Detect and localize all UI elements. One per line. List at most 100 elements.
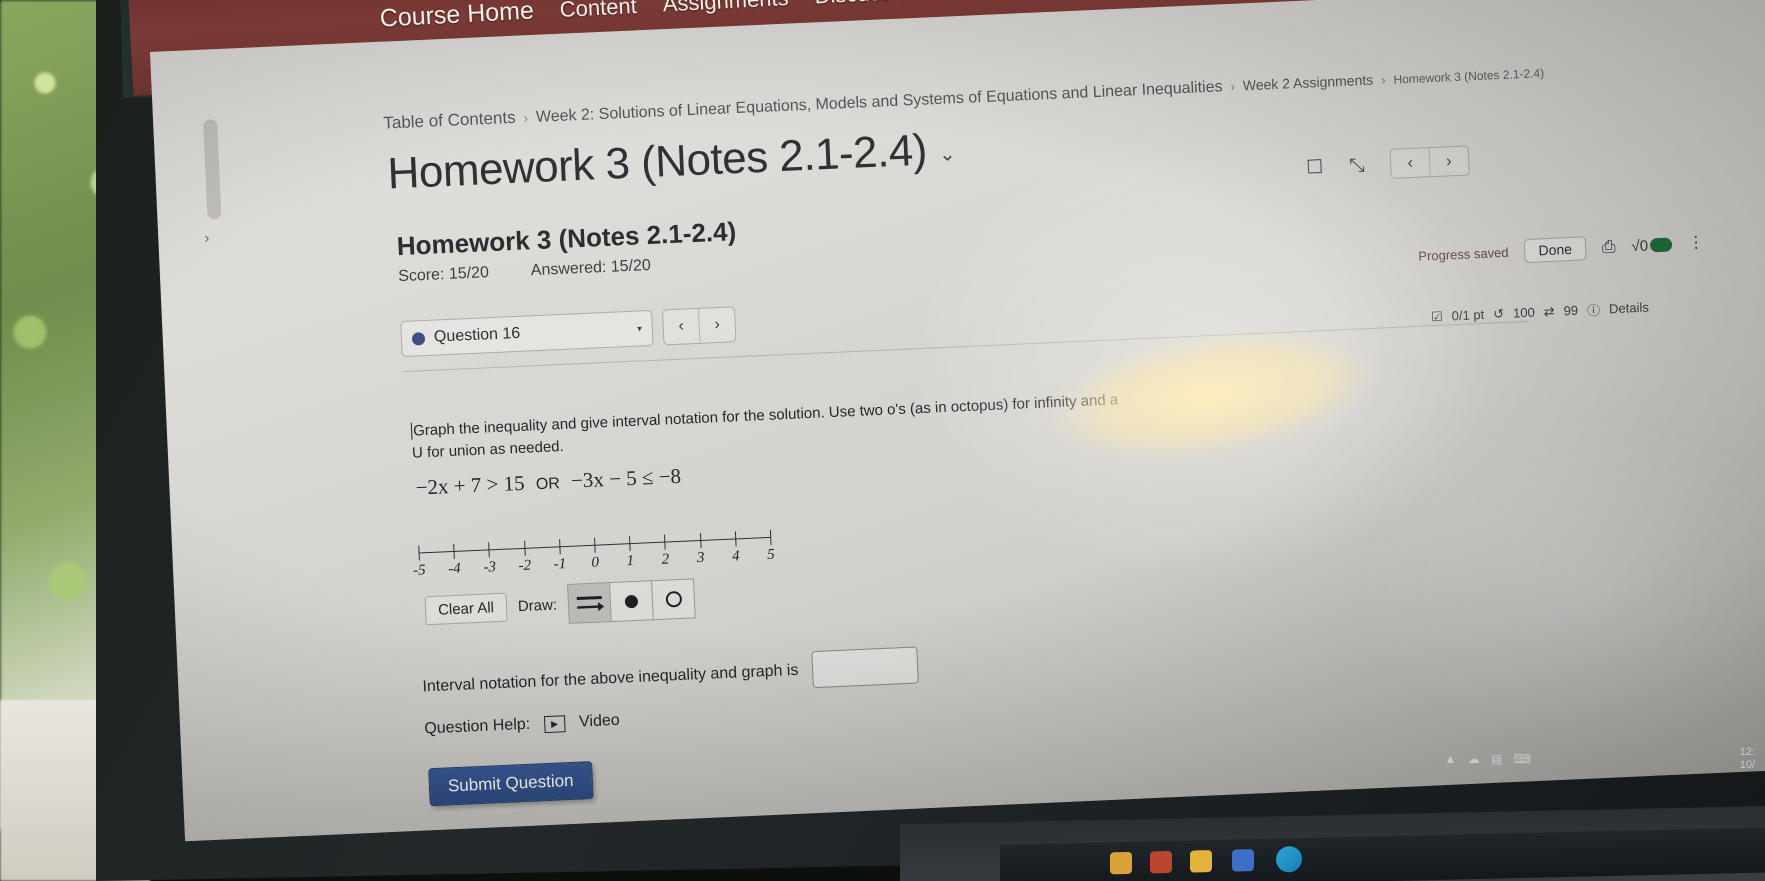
taskbar-app-icon[interactable] <box>1150 850 1172 874</box>
next-topic-button[interactable]: › <box>1428 146 1469 177</box>
photo-of-laptop-screen: 19/ViewContent/16081786/View ✕ Desmos | … <box>0 0 1765 881</box>
nav-content[interactable]: Content <box>559 0 637 23</box>
taskbar-edge-icon[interactable] <box>1276 845 1302 873</box>
next-question-button[interactable]: › <box>697 307 736 343</box>
interval-notation-row: Interval notation for the above inequali… <box>422 646 920 705</box>
question-prompt-text: Graph the inequality and give interval n… <box>411 391 1119 462</box>
number-line-tick-label: 5 <box>766 546 776 564</box>
number-line-tick-label: -5 <box>412 562 426 579</box>
breadcrumb-separator-icon: › <box>523 110 529 126</box>
swap-icon: ⇄ <box>1543 303 1555 319</box>
video-link[interactable]: Video <box>579 712 620 732</box>
interval-notation-label: Interval notation for the above inequali… <box>422 661 799 695</box>
breadcrumb-item-table-of-contents[interactable]: Table of Contents <box>383 108 516 134</box>
inequality-left: −2x + 7 > 15 <box>415 470 526 500</box>
course-content-page: › Table of Contents › Week 2: Solutions … <box>150 0 1765 842</box>
number-line-tick <box>769 529 772 545</box>
breadcrumb-separator-icon: › <box>1380 72 1386 88</box>
points-text: 0/1 pt <box>1451 306 1485 324</box>
chevron-down-icon[interactable]: ⌄ <box>938 141 957 175</box>
submit-question-button[interactable]: Submit Question <box>428 761 594 807</box>
number-line-tick-label: -4 <box>447 560 462 578</box>
open-dot-icon <box>665 590 682 608</box>
swap-count: 99 <box>1563 302 1579 319</box>
fullscreen-icon[interactable]: ⤡ <box>1349 155 1365 177</box>
nav-assignments[interactable]: Assignments <box>662 0 789 18</box>
bookmark-icon[interactable]: ☐ <box>1306 156 1324 178</box>
nav-quizzes[interactable]: Quizzes <box>957 0 1027 2</box>
document-tools: ☐ ⤡ ‹ › <box>1306 145 1470 182</box>
nav-course-home[interactable]: Course Home <box>379 0 535 34</box>
nav-discussions[interactable]: Discussions <box>814 0 933 9</box>
clock-time: 12: <box>1739 746 1755 758</box>
ray-arrow-tool[interactable] <box>568 583 611 623</box>
previous-question-button[interactable]: ‹ <box>663 309 699 345</box>
system-tray-icons[interactable]: ▲ ☁ ▤ ⌨ <box>1444 752 1535 766</box>
calculator-toggle[interactable]: √0 <box>1631 236 1673 255</box>
score-text: Score: 15/20 <box>397 264 490 286</box>
question-nav-row: Question 16 ▾ ‹ › <box>400 306 737 358</box>
breadcrumb-item-homework3[interactable]: Homework 3 (Notes 2.1-2.4) <box>1393 66 1544 87</box>
page-title: Homework 3 (Notes 2.1-2.4) <box>386 125 928 199</box>
breadcrumb-separator-icon: › <box>1230 78 1236 94</box>
number-line-ticks: -5 -4 -3 -2 -1 0 1 2 3 4 5 <box>413 515 778 579</box>
toggle-switch-on[interactable] <box>1649 237 1673 253</box>
question-status-dot-icon <box>411 331 426 346</box>
question-help-row: Question Help: ▶ Video <box>424 712 620 739</box>
clear-all-button[interactable]: Clear All <box>424 592 508 625</box>
number-line-tick-label: -2 <box>518 557 532 575</box>
more-options-icon[interactable]: ⋮ <box>1688 234 1705 252</box>
number-line-tick-label: 4 <box>731 548 740 565</box>
checkbox-icon: ☑ <box>1430 308 1444 324</box>
draw-tool-group <box>567 578 696 624</box>
question-pager: ‹ › <box>661 306 737 346</box>
draw-label: Draw: <box>517 595 558 615</box>
interval-notation-input[interactable] <box>811 646 920 689</box>
taskbar-app-icon[interactable] <box>1232 849 1254 872</box>
video-play-icon[interactable]: ▶ <box>543 714 566 733</box>
closed-dot-tool[interactable] <box>609 581 653 622</box>
question-prompt: Graph the inequality and give interval n… <box>410 389 1132 464</box>
question-help-label: Question Help: <box>424 715 531 738</box>
breadcrumb-item-week2[interactable]: Week 2: Solutions of Linear Equations, M… <box>536 78 1223 127</box>
info-icon[interactable]: ⓘ <box>1587 300 1601 320</box>
number-line-tick-label: 0 <box>591 554 600 571</box>
ray-arrow-icon <box>576 595 604 612</box>
collapse-rail[interactable] <box>203 119 222 220</box>
answered-text: Answered: 15/20 <box>530 256 652 280</box>
number-line-tick-label: 3 <box>696 549 705 567</box>
taskbar-clock[interactable]: 12: 10/ <box>1740 746 1755 772</box>
retry-count: 100 <box>1512 304 1536 321</box>
open-dot-tool[interactable] <box>651 579 695 620</box>
content-pager: ‹ › <box>1389 145 1470 179</box>
retry-icon: ↺ <box>1492 305 1505 321</box>
breadcrumb: Table of Contents › Week 2: Solutions of… <box>383 62 1545 134</box>
question-select-label: Question 16 <box>433 324 521 346</box>
previous-topic-button[interactable]: ‹ <box>1391 148 1430 178</box>
print-icon[interactable]: ⎙ <box>1601 237 1615 258</box>
details-link[interactable]: Details <box>1609 300 1649 317</box>
question-select[interactable]: Question 16 ▾ <box>400 309 654 358</box>
number-line-tick-label: 1 <box>626 552 635 570</box>
taskbar-app-icon[interactable] <box>1190 850 1212 873</box>
breadcrumb-item-week2-assignments[interactable]: Week 2 Assignments <box>1242 72 1373 94</box>
page-title-row: Homework 3 (Notes 2.1-2.4) ⌄ <box>387 124 957 199</box>
inequality-right: −3x − 5 ≤ −8 <box>570 463 682 493</box>
inequality-expression: −2x + 7 > 15 OR −3x − 5 ≤ −8 <box>415 464 681 501</box>
closed-dot-icon <box>624 594 639 608</box>
calculator-icon: √0 <box>1631 237 1649 255</box>
taskbar-app-icon[interactable] <box>1110 851 1132 875</box>
question-points-bar: ☑ 0/1 pt ↺ 100 ⇄ 99 ⓘ Details <box>1431 298 1650 327</box>
expand-panel-icon[interactable]: › <box>204 230 210 247</box>
number-line-tick-label: -3 <box>483 559 497 576</box>
assignment-header: Homework 3 (Notes 2.1-2.4) Score: 15/20 … <box>396 181 1704 286</box>
inequality-connector: OR <box>535 475 561 494</box>
chevron-down-icon: ▾ <box>637 322 642 334</box>
progress-saved-text: Progress saved <box>1417 244 1509 264</box>
screen-glare <box>1347 408 1765 759</box>
clock-date: 10/ <box>1739 759 1755 772</box>
number-line-graph[interactable]: -5 -4 -3 -2 -1 0 1 2 3 4 5 <box>413 515 780 591</box>
number-line-tick-label: 2 <box>661 551 670 568</box>
number-line-tick-label: -1 <box>553 555 567 573</box>
done-button[interactable]: Done <box>1524 236 1587 264</box>
